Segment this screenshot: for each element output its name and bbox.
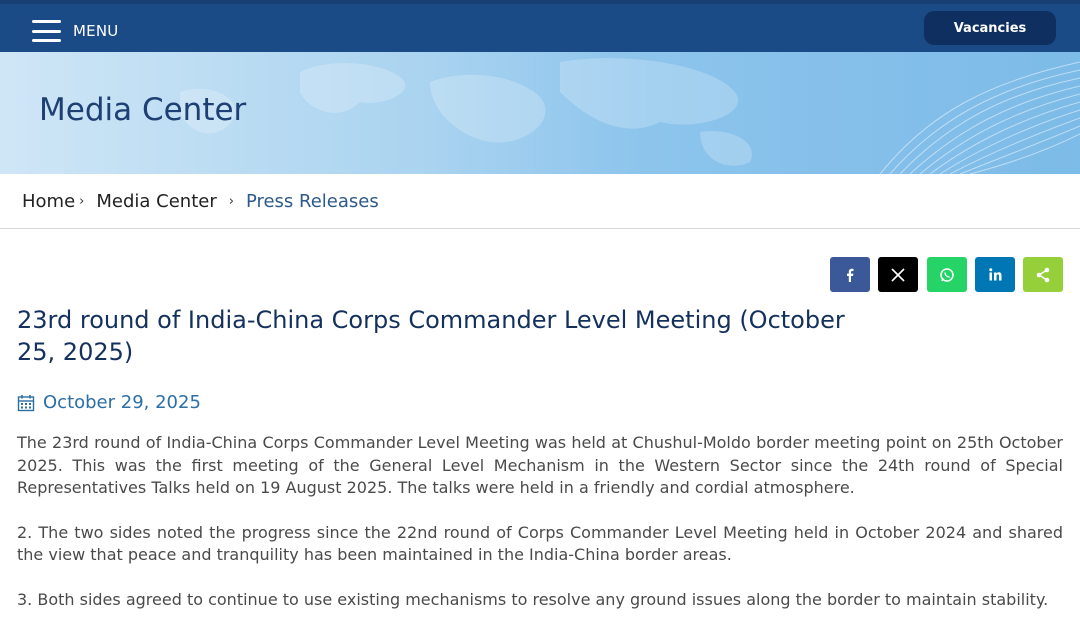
facebook-icon	[847, 268, 854, 282]
breadcrumb-home[interactable]: Home	[22, 191, 75, 212]
article-date-row: October 29, 2025	[17, 392, 201, 413]
top-navigation-bar: MENU Vacancies	[0, 0, 1080, 52]
menu-button[interactable]: MENU	[32, 16, 118, 46]
whatsapp-icon	[940, 267, 954, 282]
breadcrumb-separator: ›	[228, 193, 234, 209]
x-share-button[interactable]	[878, 257, 918, 292]
whatsapp-share-button[interactable]	[927, 257, 967, 292]
breadcrumb-media-center[interactable]: Media Center	[96, 191, 216, 212]
article-title: 23rd round of India-China Corps Commande…	[17, 306, 845, 366]
article-paragraph: 2. The two sides noted the progress sinc…	[17, 522, 1063, 565]
share-icon	[1036, 267, 1050, 282]
breadcrumb-press-releases[interactable]: Press Releases	[246, 191, 379, 212]
vacancies-button[interactable]: Vacancies	[924, 11, 1056, 45]
page-banner: Media Center	[0, 52, 1080, 174]
article-body: The 23rd round of India-China Corps Comm…	[17, 432, 1063, 633]
linkedin-share-button[interactable]	[975, 257, 1015, 292]
breadcrumb: Home › Media Center › Press Releases	[0, 174, 1080, 229]
hamburger-icon	[32, 20, 61, 42]
x-icon	[891, 267, 905, 282]
linkedin-icon	[988, 268, 1001, 281]
facebook-share-button[interactable]	[830, 257, 870, 292]
breadcrumb-separator: ›	[79, 193, 85, 209]
calendar-icon	[17, 394, 35, 411]
page-title: Media Center	[39, 92, 247, 128]
article-paragraph: The 23rd round of India-China Corps Comm…	[17, 433, 1063, 497]
menu-label: MENU	[73, 22, 119, 40]
article-date: October 29, 2025	[43, 392, 201, 413]
sharethis-button[interactable]	[1023, 257, 1063, 292]
